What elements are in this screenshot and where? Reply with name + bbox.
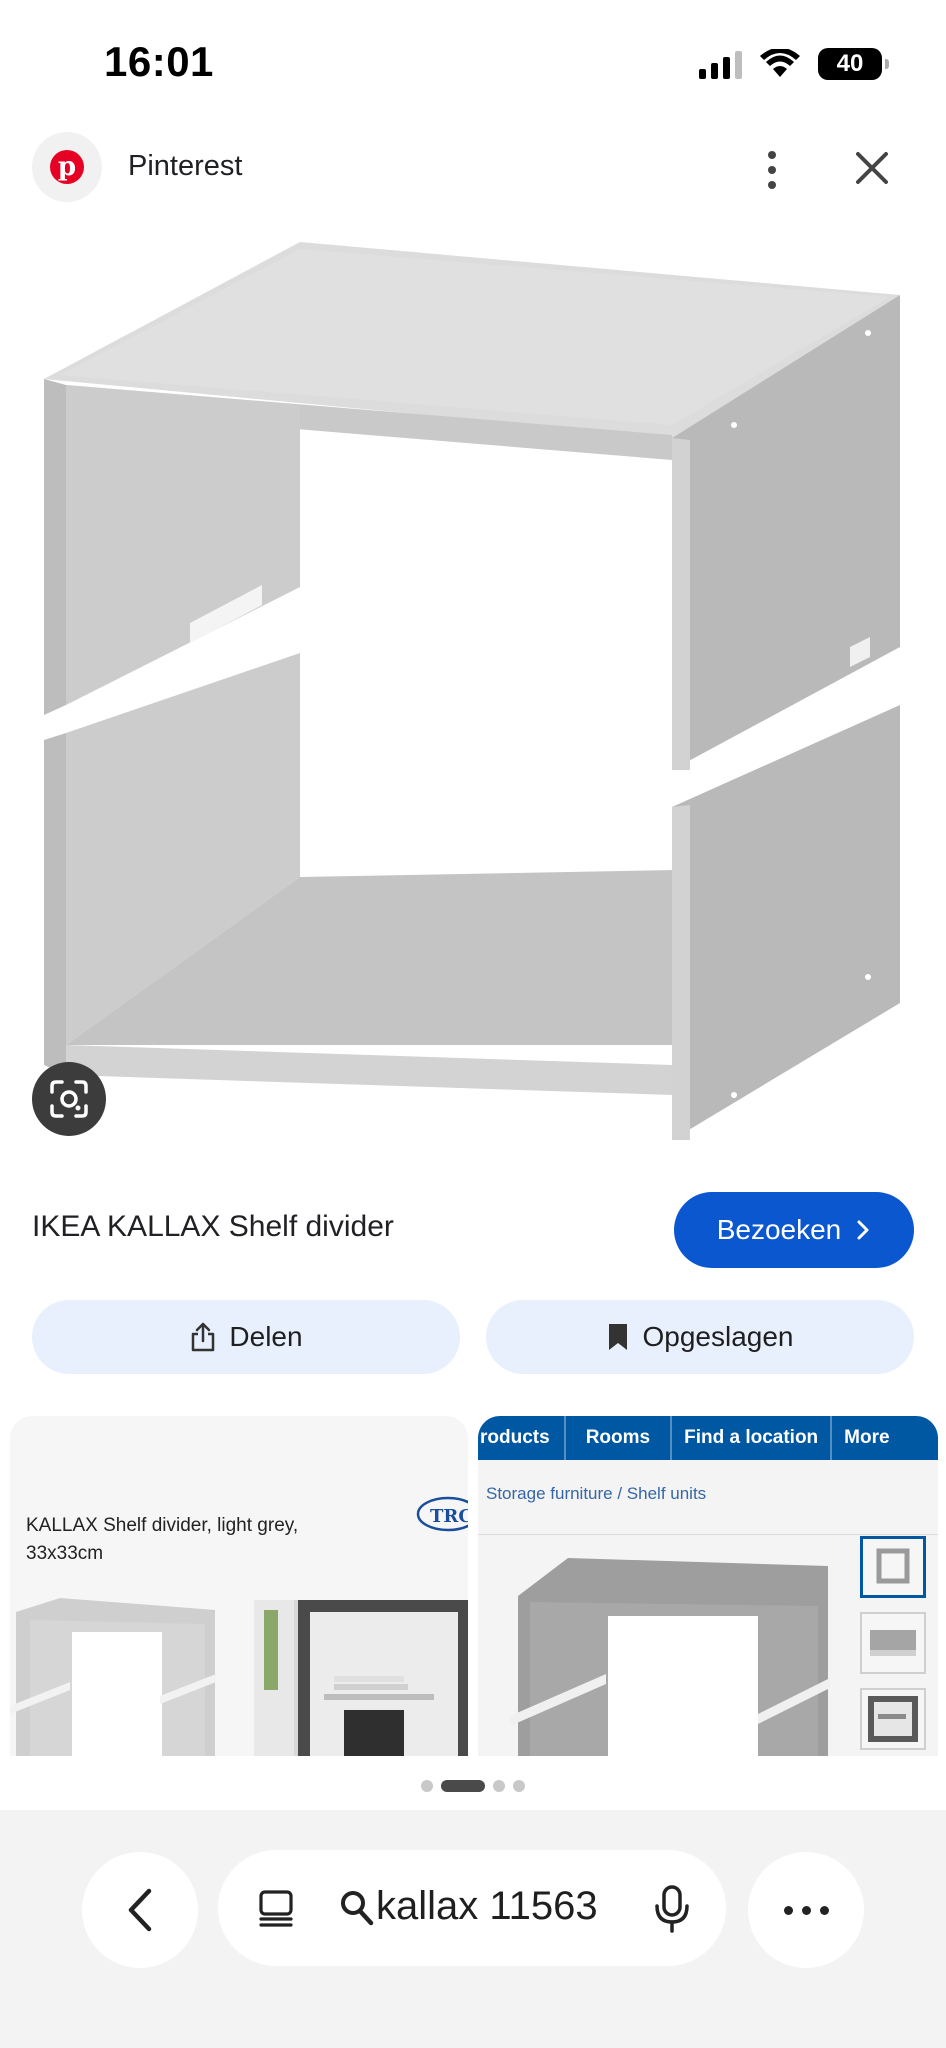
status-time: 16:01 <box>104 38 214 85</box>
breadcrumb: Storage furniture / Shelf units <box>486 1484 707 1503</box>
nav-item-products: roducts <box>480 1427 550 1448</box>
saved-button[interactable]: Opgeslagen <box>486 1300 914 1374</box>
more-options-icon[interactable] <box>752 142 792 198</box>
close-icon[interactable] <box>848 144 896 192</box>
dot <box>801 1905 811 1915</box>
microphone-icon[interactable] <box>652 1884 692 1934</box>
chevron-left-icon <box>128 1888 152 1932</box>
shelf-thumbnail <box>10 1598 216 1756</box>
site-nav-strip: roducts Rooms Find a location More <box>478 1416 938 1460</box>
nav-divider <box>670 1416 673 1460</box>
share-label: Delen <box>229 1321 303 1352</box>
product-image[interactable] <box>0 225 946 1145</box>
trc-logo: TRC <box>416 1496 468 1532</box>
dot <box>819 1905 829 1915</box>
share-icon <box>192 1322 215 1352</box>
room-thumbnail <box>254 1600 468 1756</box>
cellular-signal-icon <box>699 49 742 79</box>
battery-level: 40 <box>836 50 864 77</box>
pager-dot[interactable] <box>421 1780 433 1792</box>
gallery-thumb-1[interactable] <box>860 1536 926 1598</box>
share-button[interactable]: Delen <box>32 1300 460 1374</box>
nav-item-more: More <box>844 1427 890 1448</box>
related-image-2[interactable]: roducts Rooms Find a location More Stora… <box>478 1416 938 1756</box>
back-button[interactable] <box>82 1852 198 1968</box>
gallery-thumb-3[interactable] <box>860 1688 926 1750</box>
gallery-thumb-2[interactable] <box>860 1612 926 1674</box>
related-image-1-title: KALLAX Shelf divider, light grey, 33x33c… <box>26 1515 299 1564</box>
nav-divider <box>830 1416 833 1460</box>
lens-icon <box>50 1080 88 1118</box>
chevron-right-icon <box>857 1220 869 1240</box>
divider <box>478 1534 938 1535</box>
bottom-toolbar: kallax 11563 <box>0 1810 946 2048</box>
source-header: p Pinterest <box>0 128 946 208</box>
saved-label: Opgeslagen <box>642 1321 794 1352</box>
visit-label: Bezoeken <box>716 1214 842 1245</box>
shelf-product-thumbnail <box>510 1558 830 1756</box>
search-bar[interactable]: kallax 11563 <box>218 1850 726 1966</box>
image-result-page: 16:01 40 p Pinterest IKEA KALLAX Shelf d… <box>0 0 946 2048</box>
trc-logo-text: TRC <box>430 1506 468 1527</box>
tabs-icon[interactable] <box>256 1888 296 1928</box>
bookmark-icon <box>609 1324 628 1350</box>
nav-item-find-location: Find a location <box>684 1427 819 1448</box>
shelf-mini-icon <box>870 1630 916 1656</box>
visit-button[interactable]: Bezoeken <box>674 1192 914 1268</box>
room-mini-icon <box>868 1696 918 1742</box>
source-name[interactable]: Pinterest <box>128 150 242 183</box>
nav-divider <box>563 1416 566 1460</box>
wifi-icon <box>760 49 800 77</box>
pinterest-icon[interactable]: p <box>32 132 102 202</box>
nav-item-rooms: Rooms <box>585 1427 651 1448</box>
dot <box>783 1905 793 1915</box>
battery-icon: 40 <box>818 48 889 80</box>
pager-dot[interactable] <box>493 1780 505 1792</box>
image-pager <box>0 1776 946 1796</box>
status-icons: 40 <box>699 44 889 84</box>
related-image-1[interactable]: KALLAX Shelf divider, light grey, 33x33c… <box>10 1416 468 1756</box>
result-title: IKEA KALLAX Shelf divider <box>32 1210 394 1243</box>
lens-search-button[interactable] <box>32 1062 106 1136</box>
status-bar: 16:01 40 <box>0 0 946 120</box>
pager-dot-active[interactable] <box>441 1780 485 1792</box>
search-icon <box>341 1891 374 1926</box>
more-menu-button[interactable] <box>748 1852 864 1968</box>
search-query[interactable]: kallax 11563 <box>376 1884 598 1929</box>
pager-dot[interactable] <box>513 1780 525 1792</box>
shelf-mini-icon <box>876 1548 910 1584</box>
